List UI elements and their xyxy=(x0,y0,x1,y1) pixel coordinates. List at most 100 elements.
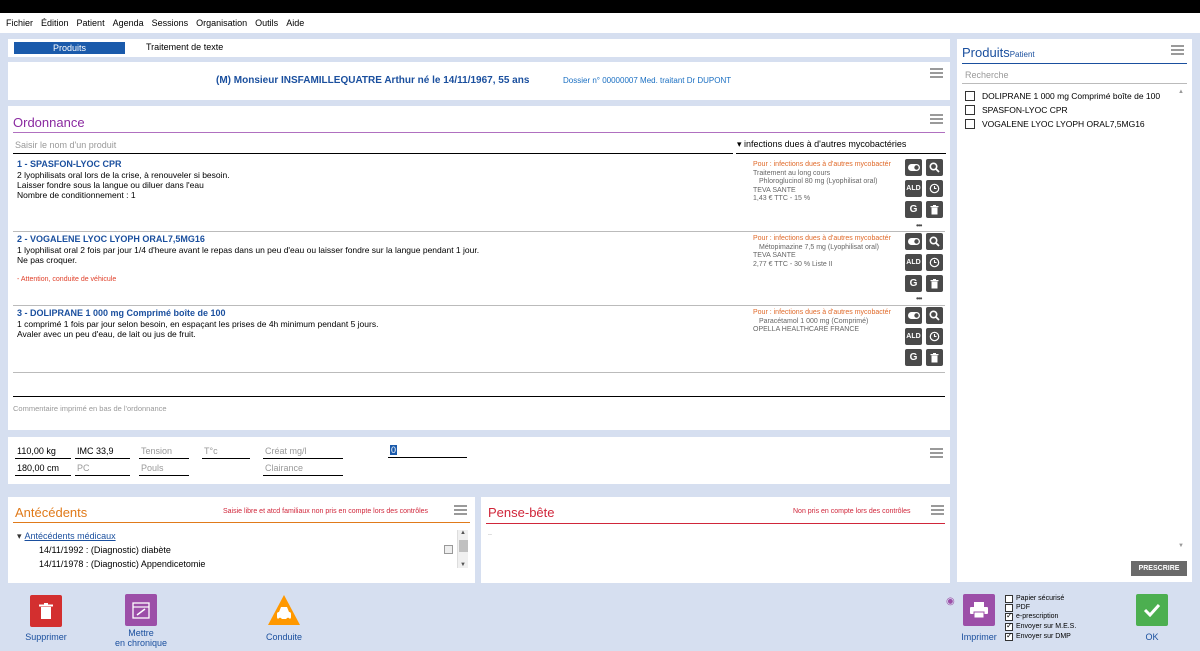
supprimer-button[interactable]: Supprimer xyxy=(14,632,78,642)
more-icon[interactable]: ••• xyxy=(916,221,922,230)
clock-icon[interactable] xyxy=(926,180,943,197)
pc-field[interactable]: PC xyxy=(77,463,90,473)
antecedents-scrollbar[interactable]: ▲ ▼ xyxy=(457,530,468,568)
menu-organisation[interactable]: Organisation xyxy=(196,18,247,28)
tension-underline xyxy=(139,458,189,459)
indication-dropdown[interactable]: ▾ infections dues à d'autres mycobactéri… xyxy=(737,139,906,150)
generic-button[interactable]: G xyxy=(905,201,922,218)
rx-line: Ne pas croquer. xyxy=(17,255,78,265)
option-checkbox[interactable] xyxy=(1005,631,1013,641)
height-field[interactable]: 180,00 cm xyxy=(17,463,59,473)
toggle-icon[interactable] xyxy=(905,307,922,324)
temperature-field[interactable]: T°c xyxy=(204,446,218,456)
generic-button[interactable]: G xyxy=(905,349,922,366)
trash-icon[interactable] xyxy=(30,595,62,627)
preview-eye-icon[interactable]: ◉ xyxy=(946,596,955,607)
clock-icon[interactable] xyxy=(926,328,943,345)
antecedents-menu-icon[interactable] xyxy=(454,505,467,515)
comment-input[interactable]: Commentaire imprimé en bas de l'ordonnan… xyxy=(13,404,167,413)
menu-outils[interactable]: Outils xyxy=(255,18,278,28)
antecedent-item[interactable]: 14/11/1992 : (Diagnostic) diabète xyxy=(39,545,171,555)
product-checkbox[interactable] xyxy=(965,105,975,115)
rx-meta: Pour : infections dues à d'autres mycoba… xyxy=(753,161,891,202)
car-warning-icon[interactable] xyxy=(267,594,301,626)
option-checkbox[interactable] xyxy=(1005,621,1013,631)
menu-edition[interactable]: Édition xyxy=(41,18,69,28)
printer-icon[interactable] xyxy=(963,594,995,626)
tab-traitement-texte[interactable]: Traitement de texte xyxy=(146,42,223,52)
patient-menu-icon[interactable] xyxy=(930,68,943,78)
creat-underline xyxy=(263,458,343,459)
product-item[interactable]: DOLIPRANE 1 000 mg Comprimé boîte de 100 xyxy=(982,91,1160,101)
ok-button[interactable]: OK xyxy=(1132,632,1172,642)
clairance-field[interactable]: Clairance xyxy=(265,463,303,473)
creatinine-field[interactable]: Créat mg/l xyxy=(265,446,307,456)
antecedents-group[interactable]: ▾ Antécédents médicaux xyxy=(17,531,116,542)
more-icon[interactable]: ••• xyxy=(916,294,922,303)
document-icon[interactable] xyxy=(444,545,453,554)
product-search-input[interactable]: Saisir le nom d'un produit xyxy=(15,140,116,150)
pouls-field[interactable]: Pouls xyxy=(141,463,164,473)
ald-button[interactable]: ALD xyxy=(905,254,922,271)
produits-title: Produits xyxy=(962,45,1010,60)
indication-underline xyxy=(736,153,946,154)
clock-icon[interactable] xyxy=(926,254,943,271)
menu-fichier[interactable]: Fichier xyxy=(6,18,33,28)
trash-icon[interactable] xyxy=(926,349,943,366)
prescrire-button[interactable]: PRESCRIRE xyxy=(1131,561,1187,576)
produits-search-input[interactable]: Recherche xyxy=(965,70,1009,80)
product-item[interactable]: VOGALENE LYOC LYOPH ORAL7,5MG16 xyxy=(982,119,1145,129)
menu-patient[interactable]: Patient xyxy=(77,18,105,28)
tension-field[interactable]: Tension xyxy=(141,446,172,456)
prescription-item-3[interactable]: 3 - DOLIPRANE 1 000 mg Comprimé boîte de… xyxy=(8,305,950,371)
focused-input[interactable]: 0 xyxy=(390,445,398,455)
dossier-info: Dossier n° 00000007 Med. traitant Dr DUP… xyxy=(563,76,732,85)
search-icon[interactable] xyxy=(926,307,943,324)
imc-value: IMC 33,9 xyxy=(77,446,114,456)
toggle-icon[interactable] xyxy=(905,159,922,176)
weight-field[interactable]: 110,00 kg xyxy=(17,446,56,456)
ald-button[interactable]: ALD xyxy=(905,180,922,197)
menu-aide[interactable]: Aide xyxy=(286,18,304,28)
toggle-icon[interactable] xyxy=(905,233,922,250)
tab-produits[interactable]: Produits xyxy=(14,42,125,54)
vitals-menu-icon[interactable] xyxy=(930,448,943,458)
prescription-item-2[interactable]: 2 - VOGALENE LYOC LYOPH ORAL7,5MG16 1 ly… xyxy=(8,231,950,304)
trash-icon[interactable] xyxy=(926,275,943,292)
ald-button[interactable]: ALD xyxy=(905,328,922,345)
prescription-item-1[interactable]: 1 - SPASFON-LYOC CPR 2 lyophilisats oral… xyxy=(8,156,950,230)
weight-underline xyxy=(15,458,71,459)
conduite-button[interactable]: Conduite xyxy=(250,632,318,642)
tabs-panel: Produits Traitement de texte xyxy=(8,39,950,57)
product-item[interactable]: SPASFON-LYOC CPR xyxy=(982,105,1068,115)
pensebete-divider xyxy=(486,523,945,524)
menu-sessions[interactable]: Sessions xyxy=(152,18,189,28)
search-icon[interactable] xyxy=(926,233,943,250)
pensebete-menu-icon[interactable] xyxy=(931,505,944,515)
option-checkbox[interactable] xyxy=(1005,595,1013,603)
generic-button[interactable]: G xyxy=(905,275,922,292)
chronic-calendar-icon[interactable] xyxy=(125,594,157,626)
antecedent-item[interactable]: 14/11/1978 : (Diagnostic) Appendicetomie xyxy=(39,559,205,569)
bottom-toolbar: Supprimer Mettre en chronique Conduite ◉… xyxy=(0,588,1200,651)
rx-meta: Pour : infections dues à d'autres mycoba… xyxy=(753,235,891,268)
product-checkbox[interactable] xyxy=(965,119,975,129)
imprimer-button[interactable]: Imprimer xyxy=(951,632,1007,642)
option-checkbox[interactable] xyxy=(1005,611,1013,621)
product-checkbox[interactable] xyxy=(965,91,975,101)
produits-scrollbar[interactable]: ▲ ▼ xyxy=(1177,89,1187,549)
option-label: PDF xyxy=(1016,604,1030,611)
pensebete-textarea[interactable]: .. xyxy=(488,530,492,537)
chronique-label[interactable]: en chronique xyxy=(101,638,181,648)
rx-name: 2 - VOGALENE LYOC LYOPH ORAL7,5MG16 xyxy=(17,234,205,244)
produits-divider xyxy=(962,63,1187,64)
checkmark-icon[interactable] xyxy=(1136,594,1168,626)
pensebete-panel: Pense-bête Non pris en compte lors des c… xyxy=(481,497,950,583)
mettre-label[interactable]: Mettre xyxy=(101,628,181,638)
produits-menu-icon[interactable] xyxy=(1171,45,1184,55)
menu-agenda[interactable]: Agenda xyxy=(113,18,144,28)
search-icon[interactable] xyxy=(926,159,943,176)
trash-icon[interactable] xyxy=(926,201,943,218)
ordonnance-menu-icon[interactable] xyxy=(930,114,943,124)
clairance-underline xyxy=(263,475,343,476)
